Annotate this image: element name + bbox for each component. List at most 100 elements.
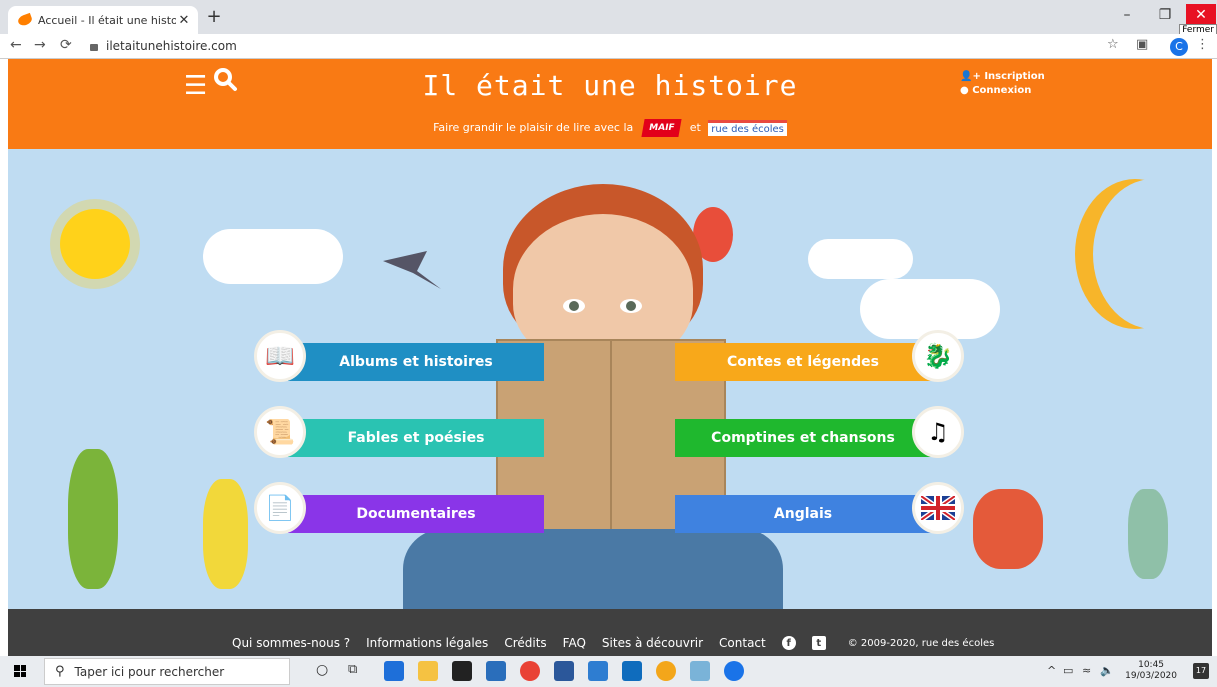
chrome-icon[interactable]	[520, 661, 540, 681]
account-links: 👤+ Inscription ● Connexion	[960, 70, 1045, 98]
open-book-icon[interactable]: 📖	[254, 330, 306, 382]
chrome-profile-icon[interactable]	[724, 661, 744, 681]
file-explorer-icon[interactable]	[418, 661, 438, 681]
footer-link-faq[interactable]: FAQ	[563, 636, 586, 650]
girl-jacket-illustration	[403, 529, 783, 609]
site-header: ☰ Il était une histoire 👤+ Inscription ●…	[8, 59, 1212, 149]
document-icon[interactable]: 📄	[254, 482, 306, 534]
extension-icon[interactable]: ▣	[1136, 37, 1148, 52]
maif-logo[interactable]: MAIF	[641, 119, 682, 137]
uk-flag-icon[interactable]	[912, 482, 964, 534]
footer-link-sites[interactable]: Sites à découvrir	[602, 636, 703, 650]
footer-links: Qui sommes-nous ? Informations légales C…	[232, 636, 994, 650]
uk-flag-svg	[921, 496, 955, 520]
show-hidden-icons-chevron-icon[interactable]: ^	[1047, 664, 1056, 677]
fish-illustration	[693, 207, 733, 262]
edge-icon[interactable]	[384, 661, 404, 681]
sun-illustration	[60, 209, 130, 279]
task-view-icon[interactable]: ⧉	[348, 662, 357, 677]
fables-poesies-button[interactable]: Fables et poésies	[288, 419, 544, 457]
forward-icon[interactable]: →	[34, 37, 46, 53]
tagline: Faire grandir le plaisir de lire avec la…	[8, 119, 1212, 137]
connexion-link[interactable]: ● Connexion	[960, 84, 1045, 98]
documentaires-label: Documentaires	[356, 506, 476, 522]
footer-link-informations-legales[interactable]: Informations légales	[366, 636, 488, 650]
contes-label: Contes et légendes	[727, 354, 879, 370]
eye-illustration	[620, 299, 642, 313]
tab-close-icon[interactable]: ✕	[176, 13, 192, 28]
address-bar: ← → ⟳ iletaitunehistoire.com ☆ ▣ ⋮	[0, 34, 1217, 59]
albums-histoires-button[interactable]: Albums et histoires	[288, 343, 544, 381]
taskbar-search-box[interactable]: ⚲ Taper ici pour rechercher	[44, 658, 290, 685]
rue-des-ecoles-logo[interactable]: rue des écoles	[708, 120, 787, 136]
browser-tab-bar: Accueil - Il était une histoire - IE ✕ +…	[0, 0, 1217, 36]
crocodile-character	[68, 449, 118, 589]
reload-icon[interactable]: ⟳	[60, 37, 72, 53]
back-icon[interactable]: ←	[10, 37, 22, 53]
hero-illustration: Albums et histoires 📖 Fables et poésies …	[8, 149, 1212, 609]
facebook-icon[interactable]: f	[781, 636, 796, 650]
twitter-icon[interactable]: t	[811, 636, 826, 650]
chrome-canary-icon[interactable]	[656, 661, 676, 681]
volume-icon[interactable]: 🔈	[1100, 664, 1114, 677]
profile-avatar[interactable]: C	[1170, 38, 1188, 56]
mail-icon[interactable]	[486, 661, 506, 681]
comptines-label: Comptines et chansons	[711, 430, 895, 446]
store-icon[interactable]	[452, 661, 472, 681]
bird-illustration	[383, 251, 441, 289]
notification-center-icon[interactable]: 17	[1193, 663, 1209, 679]
search-icon: ⚲	[55, 664, 65, 679]
scroll-quill-icon[interactable]: 📜	[254, 406, 306, 458]
lock-icon	[90, 43, 98, 51]
bookmark-star-icon[interactable]: ☆	[1107, 37, 1119, 52]
copyright: © 2009-2020, rue des écoles	[847, 637, 995, 649]
cortana-icon[interactable]: ○	[316, 662, 328, 678]
add-user-icon: 👤+	[960, 71, 985, 82]
windows-taskbar: ⚲ Taper ici pour rechercher ○ ⧉ ^ ▭ ≈ 🔈 …	[0, 656, 1217, 687]
contes-legendes-button[interactable]: Contes et légendes	[675, 343, 931, 381]
wifi-icon[interactable]: ≈	[1082, 664, 1091, 677]
outlook-icon[interactable]	[622, 661, 642, 681]
cloud-illustration	[808, 239, 913, 279]
documentaires-button[interactable]: Documentaires	[288, 495, 544, 533]
anglais-button[interactable]: Anglais	[675, 495, 931, 533]
battery-icon[interactable]: ▭	[1063, 664, 1073, 677]
footer-link-qui-sommes-nous[interactable]: Qui sommes-nous ?	[232, 636, 350, 650]
close-window-button[interactable]: ✕	[1186, 4, 1216, 26]
girl-character	[203, 479, 248, 589]
running-boy-character	[973, 489, 1043, 569]
anglais-label: Anglais	[773, 506, 833, 522]
footer-link-credits[interactable]: Crédits	[504, 636, 546, 650]
taskbar-search-placeholder: Taper ici pour rechercher	[74, 664, 225, 679]
tagline-text: Faire grandir le plaisir de lire avec la	[433, 121, 634, 134]
word-icon[interactable]	[554, 661, 574, 681]
url-field[interactable]: iletaitunehistoire.com	[90, 37, 1090, 55]
browser-tab[interactable]: Accueil - Il était une histoire - IE ✕	[8, 6, 198, 34]
user-circle-icon: ●	[960, 85, 973, 96]
eye-illustration	[563, 299, 585, 313]
app-icon[interactable]	[690, 661, 710, 681]
site-favicon	[16, 12, 34, 28]
moon-illustration	[1093, 179, 1212, 329]
comptines-chansons-button[interactable]: Comptines et chansons	[675, 419, 931, 457]
dragon-icon[interactable]: 🐉	[912, 330, 964, 382]
teams-icon[interactable]	[588, 661, 608, 681]
footer-link-contact[interactable]: Contact	[719, 636, 766, 650]
music-note-icon[interactable]: ♫	[912, 406, 964, 458]
fables-label: Fables et poésies	[347, 430, 485, 446]
cloud-illustration	[203, 229, 343, 284]
new-tab-button[interactable]: +	[204, 6, 224, 27]
url-text: iletaitunehistoire.com	[106, 39, 237, 53]
clock-time: 10:45	[1138, 660, 1165, 670]
minimize-button[interactable]: –	[1112, 4, 1142, 26]
clock-date: 19/03/2020	[1125, 671, 1177, 681]
tagline-et: et	[689, 121, 701, 134]
restore-button[interactable]: ❐	[1150, 4, 1180, 26]
clock[interactable]: 10:45 19/03/2020	[1125, 660, 1177, 682]
albums-label: Albums et histoires	[339, 354, 493, 370]
chrome-menu-icon[interactable]: ⋮	[1196, 37, 1209, 52]
windows-start-icon[interactable]	[14, 665, 26, 677]
tab-title: Accueil - Il était une histoire - IE	[38, 13, 176, 27]
running-girl-character	[1128, 489, 1168, 579]
inscription-link[interactable]: 👤+ Inscription	[960, 70, 1045, 84]
